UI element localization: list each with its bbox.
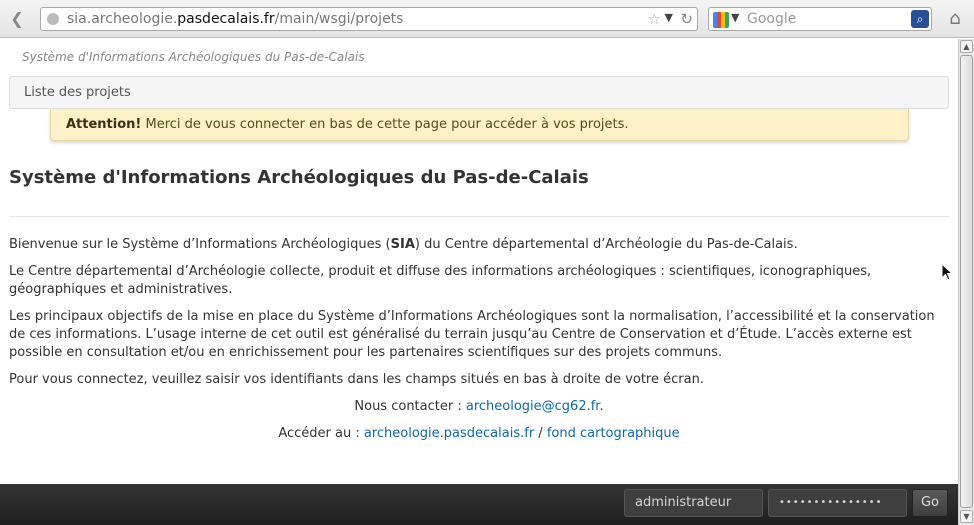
bookmark-star-icon[interactable]: ☆ <box>648 10 661 28</box>
url-path: /main/wsgi/projets <box>274 11 404 27</box>
search-engine-dropdown-icon[interactable]: ▼ <box>731 11 739 24</box>
login-instructions: Pour vous connectez, veuillez saisir vos… <box>9 372 704 387</box>
page-scrollbar[interactable]: ▲ ▼ <box>958 39 974 525</box>
alert-message: Merci de vous connecter en bas de cette … <box>141 117 629 132</box>
site-title: Système d'Informations Archéologiques du… <box>22 50 365 64</box>
google-icon[interactable] <box>713 12 729 28</box>
objectives-paragraph: Les principaux objectifs de la mise en p… <box>9 309 935 360</box>
alert-banner: Attention! Merci de vous connecter en ba… <box>50 109 909 141</box>
scroll-up-icon[interactable]: ▲ <box>960 40 973 53</box>
contact-line: Nous contacter : archeologie@cg62.fr. <box>9 399 949 414</box>
page-heading: Système d'Informations Archéologiques du… <box>9 167 589 188</box>
archeologie-site-link[interactable]: archeologie.pasdecalais.fr <box>364 426 534 441</box>
back-button[interactable]: ❮ <box>4 7 30 31</box>
welcome-paragraph: Bienvenue sur le Système d’Informations … <box>9 236 949 254</box>
breadcrumb-item-projects[interactable]: Liste des projets <box>24 85 131 100</box>
scrollbar-thumb[interactable] <box>960 55 973 508</box>
username-field[interactable]: administrateur <box>624 489 763 517</box>
globe-icon <box>47 13 59 25</box>
password-field[interactable]: ••••••••••••••• <box>768 489 907 517</box>
alert-strong: Attention! <box>66 117 142 132</box>
map-background-link[interactable]: fond cartographique <box>547 426 680 441</box>
breadcrumb: Liste des projets <box>9 76 949 109</box>
alert-text: Attention! Merci de vous connecter en ba… <box>66 117 629 132</box>
p1-start: Bienvenue sur le Système d’Informations … <box>9 237 391 252</box>
access-label: Accéder au : <box>278 426 364 441</box>
home-icon: ⌂ <box>949 8 961 29</box>
contact-end: . <box>599 399 604 414</box>
divider <box>9 216 949 217</box>
search-icon[interactable]: ⌕ <box>911 10 929 28</box>
url-text: sia.archeologie.pasdecalais.fr/main/wsgi… <box>67 11 403 27</box>
search-bar[interactable]: ▼ Google ⌕ <box>708 7 932 31</box>
access-separator: / <box>534 426 547 441</box>
scroll-down-icon[interactable]: ▼ <box>960 510 973 523</box>
page-content: Système d'Informations Archéologiques du… <box>0 39 958 484</box>
p1-sia: SIA <box>390 237 415 252</box>
reload-icon[interactable]: ↻ <box>680 10 693 28</box>
centre-paragraph: Le Centre départemental d’Archéologie co… <box>9 264 872 297</box>
back-arrow-icon: ❮ <box>10 9 24 28</box>
browser-toolbar: ❮ sia.archeologie.pasdecalais.fr/main/ws… <box>0 0 974 38</box>
home-button[interactable]: ⌂ <box>942 7 968 31</box>
contact-label: Nous contacter : <box>354 399 466 414</box>
go-button[interactable]: Go <box>912 489 948 517</box>
p1-end: ) du Centre départemental d’Archéologie … <box>414 237 798 252</box>
search-placeholder: Google <box>747 11 797 27</box>
url-domain: pasdecalais.fr <box>177 11 275 27</box>
address-bar[interactable]: sia.archeologie.pasdecalais.fr/main/wsgi… <box>40 7 698 31</box>
url-dropdown-icon[interactable]: ▼ <box>665 11 673 24</box>
url-prefix: sia.archeologie. <box>67 11 178 27</box>
login-bar: administrateur ••••••••••••••• Go <box>0 484 958 525</box>
contact-email-link[interactable]: archeologie@cg62.fr <box>466 399 600 414</box>
access-line: Accéder au : archeologie.pasdecalais.fr … <box>9 426 949 441</box>
